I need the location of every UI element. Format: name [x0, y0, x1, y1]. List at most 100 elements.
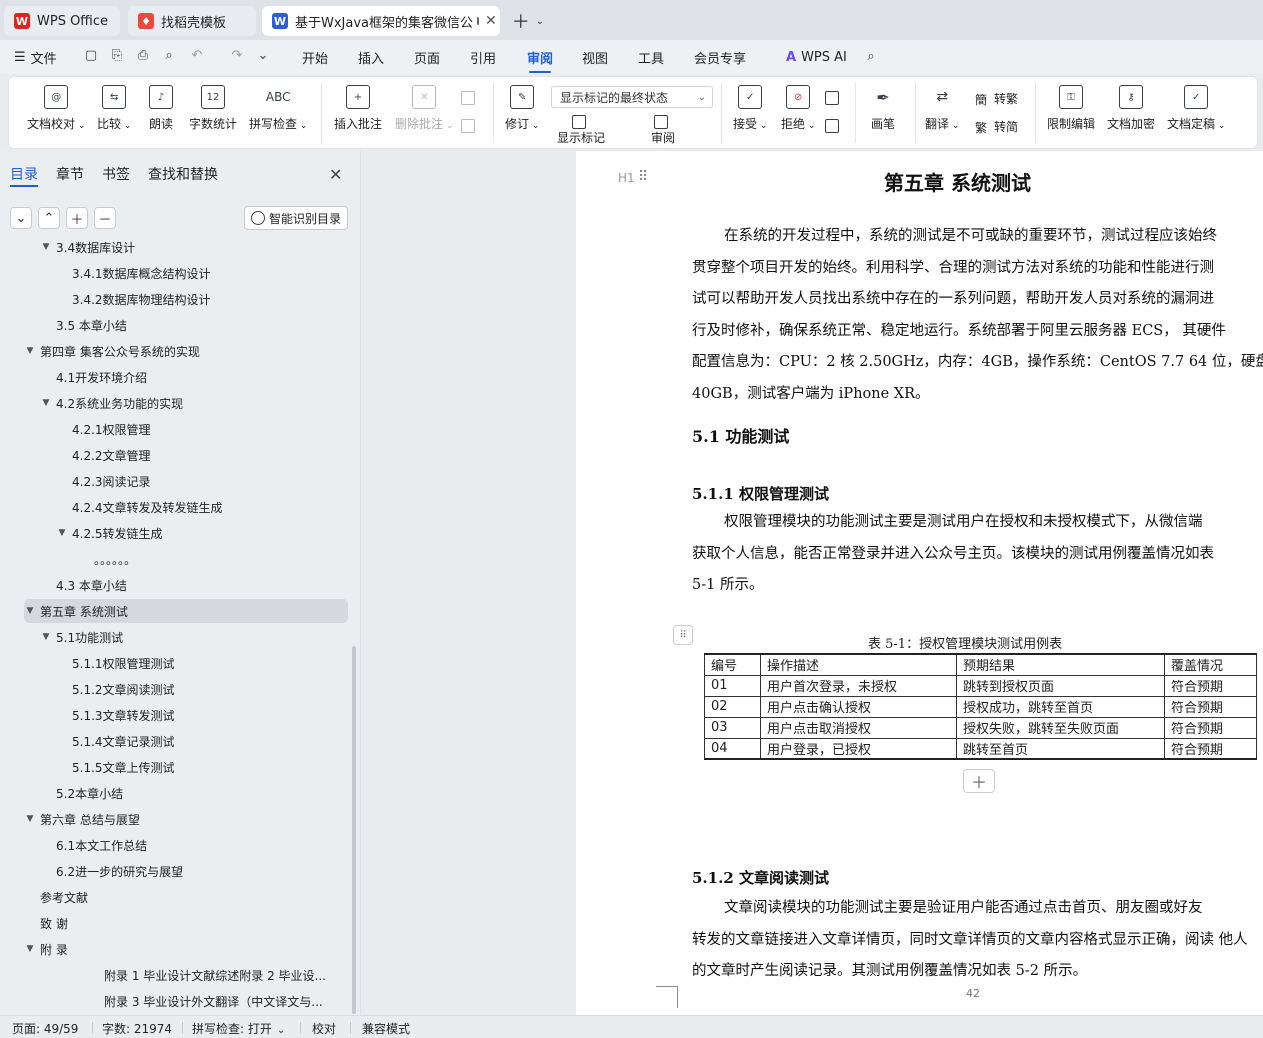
- menu-tab-4[interactable]: 审阅: [527, 46, 553, 73]
- toc-item[interactable]: ▼ 4.2系统业务功能的实现: [24, 391, 348, 415]
- encrypt-button[interactable]: ⚷ 文档加密: [1107, 85, 1155, 143]
- table-cell[interactable]: 跳转到授权页面: [956, 674, 1165, 697]
- accept-button[interactable]: ✓ 接受 ⌄: [733, 85, 767, 143]
- spell-check-indicator[interactable]: 拼写检查: 打开 ⌄: [192, 1020, 285, 1037]
- undo-icon[interactable]: ↶: [188, 46, 206, 64]
- prev-comment-icon[interactable]: [461, 87, 480, 109]
- to-traditional-button[interactable]: 簡转繁: [975, 87, 1018, 109]
- tab-document[interactable]: W 基于WxJava框架的集客微信公 ✕: [262, 6, 500, 36]
- expand-toggle-icon[interactable]: ▼: [40, 632, 52, 642]
- document-page[interactable]: H1 ⠿ 第五章 系统测试 在系统的开发过程中，系统的测试是不可或缺的重要环节，…: [576, 151, 1263, 1015]
- heading-marker[interactable]: H1: [618, 171, 635, 185]
- print-preview-icon[interactable]: ⌕: [160, 46, 178, 64]
- table-cell[interactable]: 04: [704, 737, 761, 760]
- finalize-button[interactable]: ✓ 文档定稿 ⌄: [1167, 85, 1225, 143]
- toc-item[interactable]: 5.1.1权限管理测试: [24, 651, 348, 675]
- toc-item[interactable]: 。。。。。。: [24, 547, 348, 571]
- compare-button[interactable]: ⇆ 比较 ⌄: [97, 85, 131, 143]
- toc-item[interactable]: 致 谢: [24, 911, 348, 935]
- table-cell[interactable]: 预期结果: [956, 653, 1165, 676]
- reject-button[interactable]: ⊘ 拒绝 ⌄: [781, 85, 815, 143]
- expand-toggle-icon[interactable]: ▼: [56, 528, 68, 538]
- table-cell[interactable]: 符合预期: [1164, 737, 1257, 760]
- menu-tab-7[interactable]: 会员专享: [694, 46, 746, 68]
- toc-item[interactable]: 附录 1 毕业设计文献综述附录 2 毕业设...: [24, 963, 348, 987]
- more-chevron-icon[interactable]: ⌄: [254, 46, 272, 64]
- table-cell[interactable]: 02: [704, 695, 761, 718]
- revise-button[interactable]: ✎ 修订 ⌄: [505, 85, 539, 143]
- toc-item[interactable]: 5.1.2文章阅读测试: [24, 677, 348, 701]
- table-cell[interactable]: 用户点击确认授权: [760, 695, 957, 718]
- table-cell[interactable]: 用户点击取消授权: [760, 716, 957, 739]
- table-cell[interactable]: 符合预期: [1164, 674, 1257, 697]
- review-pane-button[interactable]: 审阅 ⌄: [651, 115, 675, 156]
- toc-item[interactable]: 4.2.4文章转发及转发链生成: [24, 495, 348, 519]
- toc-item[interactable]: 4.2.1权限管理: [24, 417, 348, 441]
- window-mode-icon[interactable]: [477, 17, 480, 25]
- menu-tab-0[interactable]: 开始: [302, 46, 328, 68]
- tab-wps-office[interactable]: W WPS Office: [4, 6, 120, 36]
- read-aloud-button[interactable]: ♪ 朗读: [149, 85, 173, 143]
- expand-up-button[interactable]: ⌃: [38, 207, 60, 229]
- delete-comment-button[interactable]: ✕ 删除批注 ⌄: [395, 85, 453, 143]
- toc-item[interactable]: 5.1.5文章上传测试: [24, 755, 348, 779]
- collapse-all-button[interactable]: ⌄: [10, 207, 32, 229]
- prev-change-icon[interactable]: [825, 87, 844, 109]
- table-cell[interactable]: 用户首次登录，未授权: [760, 674, 957, 697]
- nav-tab-1[interactable]: 章节: [56, 164, 84, 184]
- tab-template[interactable]: ♦ 找稻壳模板: [128, 6, 256, 36]
- toc-item[interactable]: ▼ 第五章 系统测试: [24, 599, 348, 623]
- nav-tab-0[interactable]: 目录: [10, 164, 38, 184]
- redo-icon[interactable]: ↷: [228, 46, 246, 64]
- show-markup-button[interactable]: 显示标记 ⌄: [557, 115, 605, 156]
- toc-item[interactable]: ▼ 第六章 总结与展望: [24, 807, 348, 831]
- toc-item[interactable]: 3.4.1数据库概念结构设计: [24, 261, 348, 285]
- toc-item[interactable]: ▼ 第四章 集客公众号系统的实现: [24, 339, 348, 363]
- toc-item[interactable]: 参考文献: [24, 885, 348, 909]
- to-simplified-button[interactable]: 繁转简: [975, 115, 1018, 137]
- insert-comment-button[interactable]: + 插入批注: [334, 85, 382, 143]
- toc-item[interactable]: 4.2.2文章管理: [24, 443, 348, 467]
- close-pane-icon[interactable]: ✕: [329, 165, 342, 184]
- next-comment-icon[interactable]: [461, 115, 480, 137]
- word-count-indicator[interactable]: 字数: 21974: [102, 1020, 172, 1037]
- toc-item[interactable]: ▼ 5.1功能测试: [24, 625, 348, 649]
- menu-tab-6[interactable]: 工具: [638, 46, 664, 68]
- expand-toggle-icon[interactable]: ▼: [40, 242, 52, 252]
- page-indicator[interactable]: 页面: 49/59: [12, 1020, 78, 1037]
- table-cell[interactable]: 跳转至首页: [956, 737, 1165, 760]
- toc-item[interactable]: 5.2本章小结: [24, 781, 348, 805]
- toc-item[interactable]: ▼ 附 录: [24, 937, 348, 961]
- toc-item[interactable]: 6.2进一步的研究与展望: [24, 859, 348, 883]
- toc-item[interactable]: ▼ 3.4数据库设计: [24, 241, 348, 259]
- toc-item[interactable]: 3.5 本章小结: [24, 313, 348, 337]
- table-drag-handle-icon[interactable]: ⠿: [673, 625, 693, 645]
- toc-item[interactable]: 4.1开发环境介绍: [24, 365, 348, 389]
- expand-toggle-icon[interactable]: ▼: [40, 398, 52, 408]
- remove-heading-button[interactable]: －: [94, 207, 116, 229]
- wps-ai-button[interactable]: A WPS AI: [786, 46, 847, 68]
- table-cell[interactable]: 编号: [704, 653, 761, 676]
- table-cell[interactable]: 操作描述: [760, 653, 957, 676]
- toc-item[interactable]: 附录 3 毕业设计外文翻译（中文译文与...: [24, 989, 348, 1013]
- display-markup-select[interactable]: 显示标记的最终状态 ⌄: [551, 86, 713, 108]
- close-tab-icon[interactable]: ✕: [485, 13, 497, 29]
- translate-button[interactable]: ⇄ 翻译 ⌄: [925, 85, 959, 143]
- export-icon[interactable]: ⎘: [108, 46, 126, 64]
- toc-item[interactable]: 6.1本文工作总结: [24, 833, 348, 857]
- table-cell[interactable]: 符合预期: [1164, 716, 1257, 739]
- table-cell[interactable]: 授权失败，跳转至失败页面: [956, 716, 1165, 739]
- file-menu[interactable]: ☰ 文件: [14, 46, 57, 68]
- table-cell[interactable]: 覆盖情况: [1164, 653, 1257, 676]
- new-tab-button[interactable]: ＋ ⌄: [510, 8, 546, 34]
- doc-check-button[interactable]: @ 文档校对 ⌄: [27, 85, 85, 143]
- pen-button[interactable]: ✒ 画笔: [871, 85, 895, 143]
- add-heading-button[interactable]: ＋: [66, 207, 88, 229]
- expand-toggle-icon[interactable]: ▼: [24, 606, 36, 616]
- table-cell[interactable]: 03: [704, 716, 761, 739]
- menu-tab-1[interactable]: 插入: [358, 46, 384, 68]
- table-cell[interactable]: 授权成功，跳转至首页: [956, 695, 1165, 718]
- expand-toggle-icon[interactable]: ▼: [24, 944, 36, 954]
- toc-item[interactable]: 4.2.3阅读记录: [24, 469, 348, 493]
- add-row-button[interactable]: ＋: [963, 769, 995, 793]
